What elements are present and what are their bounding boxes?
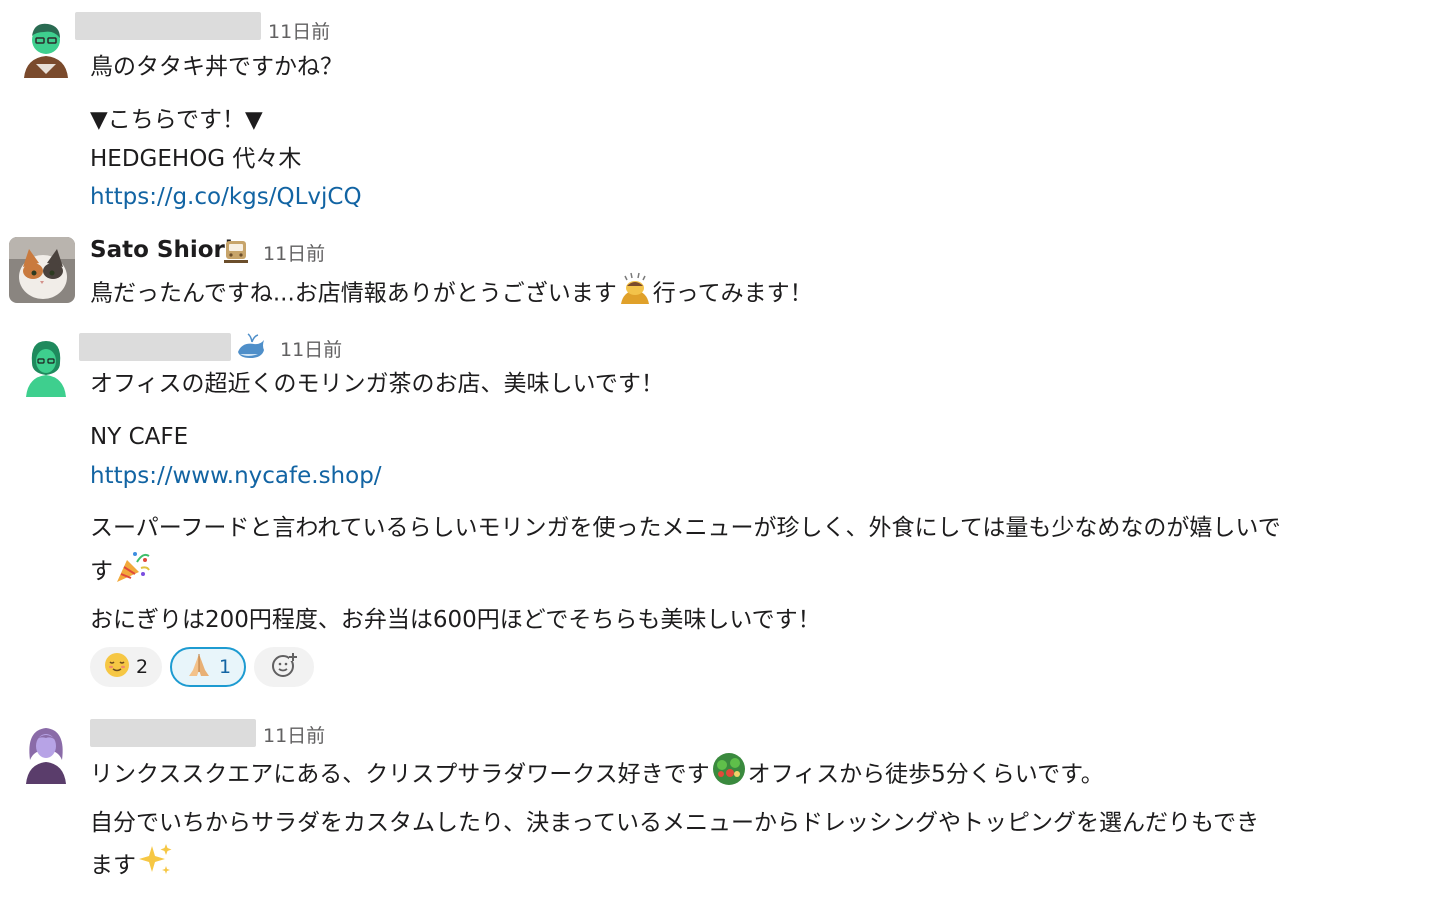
message-text-part: リンクススクエアにある、クリスプサラダワークス好きです bbox=[90, 761, 710, 788]
user-name-redacted[interactable] bbox=[79, 333, 231, 361]
avatar[interactable] bbox=[14, 720, 78, 784]
whale-icon bbox=[236, 332, 268, 364]
message-text-part: オフィスから徒歩5分くらいです。 bbox=[747, 761, 1104, 788]
person-bowing-icon bbox=[617, 270, 653, 318]
user-name[interactable]: Sato Shiori bbox=[90, 237, 233, 263]
message-text: 自分でいちからサラダをカスタムしたり、決まっているメニューからドレッシングやトッ… bbox=[90, 810, 1260, 836]
relieved-face-icon bbox=[104, 652, 130, 683]
reaction-relieved[interactable]: 2 bbox=[90, 647, 162, 687]
avatar-icon bbox=[14, 14, 78, 78]
avatar[interactable] bbox=[14, 333, 78, 397]
message-text: オフィスの超近くのモリンガ茶のお店、美味しいです！ bbox=[90, 371, 664, 397]
message-text: す bbox=[90, 548, 153, 596]
avatar[interactable] bbox=[9, 237, 75, 303]
message-text: スーパーフードと言われているらしいモリンガを使ったメニューが珍しく、外食にしては… bbox=[90, 515, 1281, 541]
sparkles-icon bbox=[136, 842, 174, 890]
message-text: 鳥のタタキ丼ですかね？ bbox=[90, 54, 343, 80]
message-text: HEDGEHOG 代々木 bbox=[90, 146, 302, 172]
message-text: リンクススクエアにある、クリスプサラダワークス好きです オフィスから徒歩5分くら… bbox=[90, 751, 1104, 799]
message-text-part: 行ってみます！ bbox=[652, 280, 813, 307]
folded-hands-icon bbox=[185, 652, 213, 683]
reaction-count: 1 bbox=[218, 656, 232, 678]
user-name-redacted[interactable] bbox=[90, 719, 256, 747]
timestamp[interactable]: 11日前 bbox=[263, 721, 325, 748]
user-name-redacted[interactable] bbox=[75, 12, 261, 40]
message-text: 鳥だったんですね...お店情報ありがとうございます 行ってみます！ bbox=[90, 270, 813, 318]
avatar-icon bbox=[14, 333, 78, 397]
message-text-part: す bbox=[90, 558, 113, 585]
message-text: ます bbox=[90, 842, 174, 890]
message-text: ▼こちらです！▼ bbox=[90, 107, 263, 133]
timestamp[interactable]: 11日前 bbox=[268, 17, 330, 44]
message-link[interactable]: https://g.co/kgs/QLvjCQ bbox=[90, 178, 362, 216]
add-reaction-button[interactable] bbox=[254, 647, 314, 687]
add-reaction-icon bbox=[270, 651, 298, 684]
salad-icon bbox=[710, 751, 748, 799]
reaction-count: 2 bbox=[135, 656, 149, 678]
train-icon bbox=[222, 238, 250, 270]
message-link[interactable]: https://www.nycafe.shop/ bbox=[90, 457, 382, 495]
timestamp[interactable]: 11日前 bbox=[263, 239, 325, 266]
avatar-icon bbox=[14, 720, 78, 784]
timestamp[interactable]: 11日前 bbox=[280, 335, 342, 362]
party-popper-icon bbox=[113, 548, 153, 596]
avatar[interactable] bbox=[14, 14, 78, 78]
message-text-part: 鳥だったんですね...お店情報ありがとうございます bbox=[90, 280, 617, 307]
reaction-folded-hands[interactable]: 1 bbox=[170, 647, 246, 687]
cat-photo-icon bbox=[9, 237, 75, 303]
shop-name: NY CAFE bbox=[90, 424, 189, 450]
message-text: おにぎりは200円程度、お弁当は600円ほどでそちらも美味しいです！ bbox=[90, 607, 821, 633]
message-text-part: ます bbox=[90, 852, 136, 879]
